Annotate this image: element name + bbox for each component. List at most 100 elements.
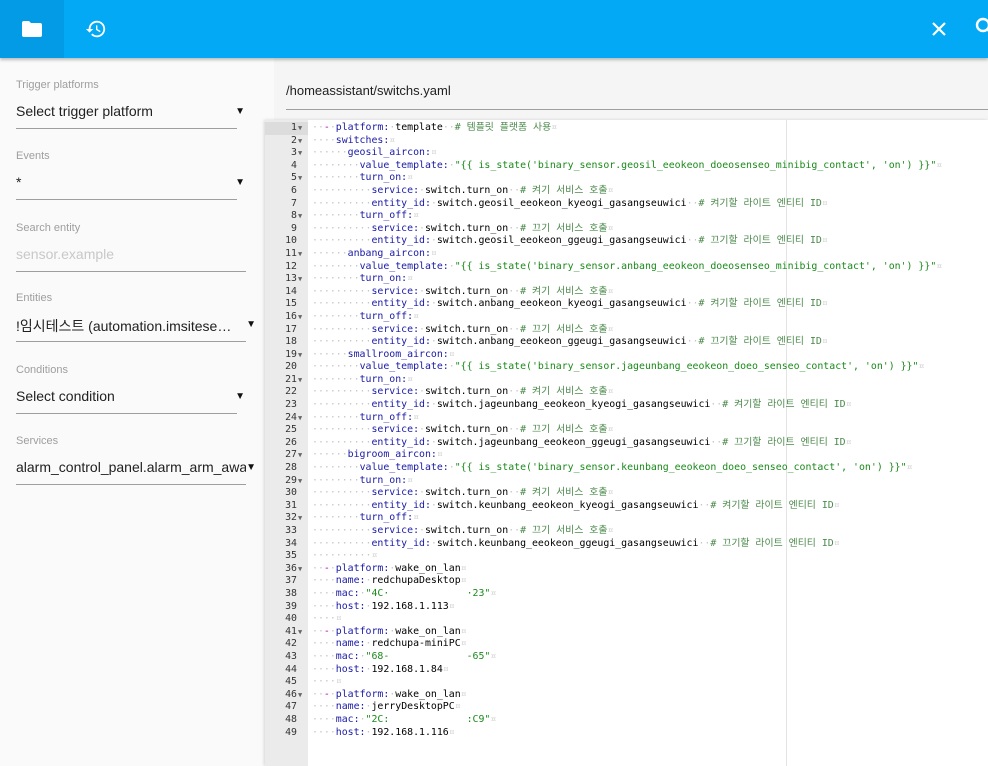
- dropdown-arrow-icon[interactable]: ▼: [235, 106, 245, 117]
- token-com: # 끄기할 라이트 엔티티 ID: [710, 537, 834, 549]
- fold-toggle-icon[interactable]: ▼: [298, 147, 302, 160]
- fold-toggle-icon[interactable]: ▼: [298, 512, 302, 525]
- events-select[interactable]: Events * ▼: [16, 150, 245, 200]
- whitespace: ······: [312, 449, 348, 461]
- code-line[interactable]: 27 ▼ ······bigroom_aircon:¤: [265, 449, 988, 462]
- code-line[interactable]: 1 ▼ ··-·platform:·template··# 템플릿 플랫폼 사용¤: [265, 122, 988, 135]
- code-line[interactable]: 4 ········value_template:·"{{ is_state('b…: [265, 160, 988, 173]
- entities-select[interactable]: Entities !임시테스트 (automation.imsiteseuteu…: [16, 292, 256, 342]
- code-line[interactable]: 9 ··········service:·switch.turn_on··# 끄기…: [265, 223, 988, 236]
- code-line[interactable]: 44 ····host:·192.168.1.84¤: [265, 664, 988, 677]
- code-line[interactable]: 8 ▼ ········turn_off:¤: [265, 210, 988, 223]
- fold-toggle-icon[interactable]: ▼: [298, 172, 302, 185]
- code-lines[interactable]: 1 ▼ ··-·platform:·template··# 템플릿 플랫폼 사용¤ 2…: [265, 122, 988, 739]
- trigger-platforms-select[interactable]: Trigger platforms Select trigger platfor…: [16, 79, 245, 129]
- dropdown-arrow-icon[interactable]: ▼: [235, 177, 245, 188]
- fold-toggle-icon[interactable]: ▼: [298, 210, 302, 223]
- fold-toggle-icon[interactable]: ▼: [298, 626, 302, 639]
- field-value[interactable]: !임시테스트 (automation.imsiteseuteu): [16, 316, 246, 334]
- line-number: 24: [285, 411, 297, 423]
- dropdown-arrow-icon[interactable]: ▼: [246, 462, 256, 473]
- code-line[interactable]: 30 ··········service:·switch.turn_on··# 켜…: [265, 487, 988, 500]
- line-content: ··········service:·switch.turn_on··# 켜기 …: [312, 487, 613, 500]
- code-line[interactable]: 22 ··········service:·switch.turn_on··# 켜…: [265, 386, 988, 399]
- tab-files[interactable]: [0, 0, 64, 58]
- code-line[interactable]: 12 ········value_template:·"{{ is_state('…: [265, 261, 988, 274]
- code-editor[interactable]: 1 ▼ ··-·platform:·template··# 템플릿 플랫폼 사용¤ 2…: [265, 120, 988, 766]
- search-entity-placeholder[interactable]: sensor.example: [16, 246, 246, 264]
- code-line[interactable]: 24 ▼ ········turn_off:¤: [265, 412, 988, 425]
- code-line[interactable]: 43 ····mac:·"68- -65"¤: [265, 651, 988, 664]
- fold-toggle-icon[interactable]: ▼: [298, 449, 302, 462]
- search-entity-input[interactable]: Search entity sensor.example: [16, 222, 246, 272]
- fold-toggle-icon[interactable]: ▼: [298, 248, 302, 261]
- field-value[interactable]: *: [16, 174, 237, 192]
- code-line[interactable]: 20 ········value_template:·"{{ is_state('…: [265, 361, 988, 374]
- dropdown-arrow-icon[interactable]: ▼: [246, 319, 256, 330]
- fold-toggle-icon[interactable]: ▼: [298, 122, 302, 135]
- code-line[interactable]: 17 ··········service:·switch.turn_on··# 끄…: [265, 324, 988, 337]
- code-line[interactable]: 28 ········value_template:·"{{ is_state('…: [265, 462, 988, 475]
- line-number: 21: [285, 373, 297, 385]
- field-value[interactable]: alarm_control_panel.alarm_arm_away: [16, 459, 246, 477]
- fold-toggle-icon[interactable]: ▼: [298, 135, 302, 148]
- tab-history[interactable]: [64, 0, 128, 58]
- code-line[interactable]: 29 ▼ ········turn_on:¤: [265, 475, 988, 488]
- code-line[interactable]: 11 ▼ ······anbang_aircon:¤: [265, 248, 988, 261]
- code-line[interactable]: 3 ▼ ······geosil_aircon:¤: [265, 147, 988, 160]
- code-line[interactable]: 42 ····name:·redchupa-miniPC¤: [265, 638, 988, 651]
- fold-toggle-icon[interactable]: ▼: [298, 273, 302, 286]
- close-button[interactable]: [926, 16, 952, 42]
- code-line[interactable]: 31 ··········entity_id:·switch.keunbang_e…: [265, 500, 988, 513]
- code-line[interactable]: 33 ··········service:·switch.turn_on··# 끄…: [265, 525, 988, 538]
- fold-toggle-icon[interactable]: ▼: [298, 412, 302, 425]
- code-line[interactable]: 16 ▼ ········turn_off:¤: [265, 311, 988, 324]
- code-line[interactable]: 5 ▼ ········turn_on:¤: [265, 172, 988, 185]
- fold-toggle-icon[interactable]: ▼: [298, 475, 302, 488]
- search-button[interactable]: [974, 16, 988, 42]
- fold-toggle-icon[interactable]: ▼: [298, 563, 302, 576]
- code-line[interactable]: 26 ··········entity_id:·switch.jageunbang…: [265, 437, 988, 450]
- code-line[interactable]: 14 ··········service:·switch.turn_on··# 켜…: [265, 286, 988, 299]
- line-number: 32: [285, 512, 297, 524]
- code-line[interactable]: 45 ····¤: [265, 676, 988, 689]
- code-line[interactable]: 39 ····host:·192.168.1.113¤: [265, 601, 988, 614]
- token-str: "{{ is_state('binary_sensor.jageunbang_e…: [454, 361, 919, 373]
- code-line[interactable]: 49 ····host:·192.168.1.116¤: [265, 727, 988, 740]
- fold-toggle-icon[interactable]: ▼: [298, 311, 302, 324]
- services-select[interactable]: Services alarm_control_panel.alarm_arm_a…: [16, 435, 256, 485]
- code-line[interactable]: 40 ····¤: [265, 613, 988, 626]
- code-line[interactable]: 15 ··········entity_id:·switch.anbang_eeo…: [265, 298, 988, 311]
- code-line[interactable]: 2 ▼ ····switches:¤: [265, 135, 988, 148]
- fold-toggle-icon[interactable]: ▼: [298, 374, 302, 387]
- code-line[interactable]: 37 ····name:·redchupaDesktop¤: [265, 575, 988, 588]
- code-line[interactable]: 47 ····name:·jerryDesktopPC¤: [265, 701, 988, 714]
- token-plain: switch.turn_on: [424, 323, 509, 335]
- fold-toggle-icon[interactable]: ▼: [298, 349, 302, 362]
- code-line[interactable]: 13 ▼ ········turn_on:¤: [265, 273, 988, 286]
- code-line[interactable]: 35 ··········¤: [265, 550, 988, 563]
- code-line[interactable]: 48 ····mac:·"2C: :C9"¤: [265, 714, 988, 727]
- token-key: platform:: [335, 562, 390, 574]
- token-plain: 192.168.1.116: [371, 726, 449, 738]
- conditions-select[interactable]: Conditions Select condition ▼: [16, 364, 245, 414]
- code-line[interactable]: 7 ··········entity_id:·switch.geosil_eeok…: [265, 198, 988, 211]
- code-line[interactable]: 36 ▼ ··-·platform:·wake_on_lan¤: [265, 563, 988, 576]
- code-line[interactable]: 34 ··········entity_id:·switch.keunbang_e…: [265, 538, 988, 551]
- code-line[interactable]: 41 ▼ ··-·platform:·wake_on_lan¤: [265, 626, 988, 639]
- file-path[interactable]: /homeassistant/switchs.yaml: [286, 83, 451, 98]
- code-line[interactable]: 46 ▼ ··-·platform:·wake_on_lan¤: [265, 689, 988, 702]
- code-line[interactable]: 10 ··········entity_id:·switch.geosil_eeo…: [265, 235, 988, 248]
- field-value[interactable]: Select condition: [16, 388, 237, 406]
- code-line[interactable]: 21 ▼ ········turn_on:¤: [265, 374, 988, 387]
- code-line[interactable]: 32 ▼ ········turn_off:¤: [265, 512, 988, 525]
- code-line[interactable]: 19 ▼ ······smallroom_aircon:¤: [265, 349, 988, 362]
- field-value[interactable]: Select trigger platform: [16, 103, 237, 121]
- code-line[interactable]: 38 ····mac:·"4C· ·23"¤: [265, 588, 988, 601]
- code-line[interactable]: 18 ··········entity_id:·switch.anbang_eeo…: [265, 336, 988, 349]
- fold-toggle-icon[interactable]: ▼: [298, 689, 302, 702]
- code-line[interactable]: 23 ··········entity_id:·switch.jageunbang…: [265, 399, 988, 412]
- code-line[interactable]: 25 ··········service:·switch.turn_on··# 끄…: [265, 424, 988, 437]
- code-line[interactable]: 6 ··········service:·switch.turn_on··# 켜기…: [265, 185, 988, 198]
- dropdown-arrow-icon[interactable]: ▼: [235, 391, 245, 402]
